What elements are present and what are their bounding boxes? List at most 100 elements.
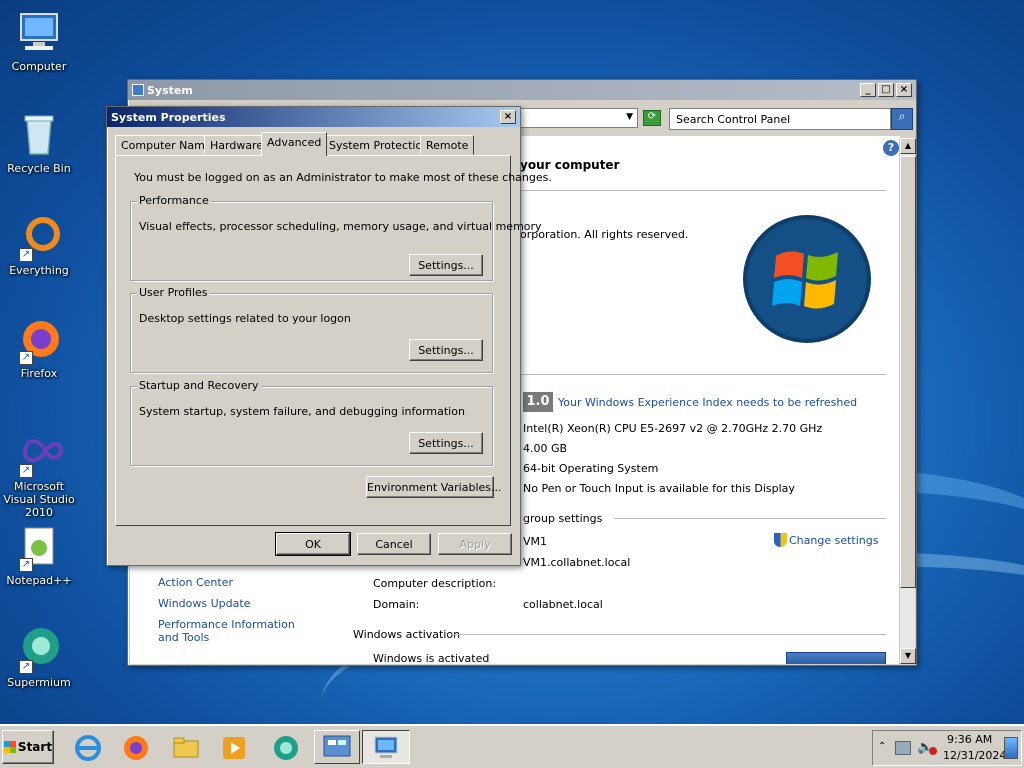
computer-description-label: Computer description: — [373, 577, 497, 590]
uac-shield-icon — [774, 533, 787, 547]
genuine-banner — [786, 652, 886, 664]
visual-studio-icon: ↗ — [15, 428, 64, 478]
supermium-icon: ↗ — [15, 624, 63, 674]
mute-indicator-icon — [929, 747, 937, 755]
desktop-icon-computer[interactable]: Computer — [0, 8, 78, 73]
start-button[interactable]: Start — [2, 730, 54, 764]
environment-variables-button[interactable]: Environment Variables... — [366, 476, 502, 498]
user-profiles-desc: Desktop settings related to your logon — [139, 312, 351, 325]
scroll-thumb[interactable] — [900, 156, 916, 588]
desktop-icon-everything[interactable]: ↗ Everything — [0, 212, 78, 277]
help-icon[interactable]: ? — [883, 140, 899, 156]
computer-icon — [15, 8, 63, 56]
startup-recovery-group: Startup and Recovery System startup, sys… — [130, 379, 493, 466]
performance-desc: Visual effects, processor scheduling, me… — [139, 220, 542, 233]
tab-advanced[interactable]: Advanced — [261, 132, 328, 156]
tab-computer-name[interactable]: Computer Name — [115, 135, 218, 155]
shortcut-arrow-icon: ↗ — [19, 660, 33, 674]
performance-settings-button[interactable]: Settings... — [409, 254, 483, 276]
dialog-close-button[interactable]: × — [500, 110, 516, 124]
windows-activation-heading: Windows activation — [353, 628, 461, 641]
divider — [614, 518, 886, 519]
scrollbar[interactable]: ▲ ▼ — [899, 138, 916, 664]
desktop-icon-visual-studio[interactable]: ↗ Microsoft Visual Studio 2010 — [0, 428, 78, 519]
user-profiles-settings-button[interactable]: Settings... — [409, 339, 483, 361]
desktop-icon-label: Supermium — [7, 676, 71, 689]
desktop-icon-supermium[interactable]: ↗ Supermium — [0, 624, 78, 689]
admin-note: You must be logged on as an Administrato… — [134, 171, 552, 184]
shortcut-arrow-icon: ↗ — [19, 351, 33, 365]
performance-title: Performance — [137, 194, 211, 207]
domain-value: collabnet.local — [523, 598, 603, 611]
taskbar: Start ⌃ 🔈 9:36 AM 12/31/2024 — [0, 724, 1024, 768]
desktop-icon-recycle-bin[interactable]: Recycle Bin — [0, 110, 78, 175]
dropdown-arrow-icon[interactable]: ▼ — [626, 112, 633, 122]
page-heading: your computer — [520, 158, 620, 172]
desktop-icon-label: Microsoft Visual Studio 2010 — [3, 480, 75, 519]
dialog-titlebar[interactable]: System Properties × — [107, 107, 520, 127]
cancel-button[interactable]: Cancel — [357, 533, 431, 555]
user-profiles-group: User Profiles Desktop settings related t… — [130, 286, 493, 373]
system-type-value: 64-bit Operating System — [523, 462, 659, 475]
tab-system-protection[interactable]: System Protection — [323, 135, 436, 155]
activation-status: Windows is activated — [373, 652, 490, 664]
clock-time[interactable]: 9:36 AM — [947, 733, 992, 746]
copyright-text: orporation. All rights reserved. — [520, 228, 689, 241]
desktop-icon-notepad-plus-plus[interactable]: ↗ Notepad++ — [0, 522, 78, 587]
change-settings-label: Change settings — [789, 533, 879, 547]
system-tray: ⌃ 🔈 9:36 AM 12/31/2024 — [872, 730, 1022, 766]
network-icon[interactable] — [895, 741, 911, 755]
full-computer-name-value: VM1.collabnet.local — [523, 556, 631, 569]
user-profiles-title: User Profiles — [137, 286, 210, 299]
search-icon[interactable]: ⌕ — [891, 108, 913, 130]
change-settings-link[interactable]: Change settings — [774, 533, 878, 547]
clock-date[interactable]: 12/31/2024 — [943, 749, 1006, 762]
address-bar[interactable]: ▼ — [508, 108, 638, 128]
show-desktop-button[interactable] — [1004, 737, 1018, 759]
startup-recovery-title: Startup and Recovery — [137, 379, 261, 392]
desktop-icon-label: Everything — [9, 264, 69, 277]
windows-flag-icon — [3, 741, 16, 753]
taskbar-firefox-icon[interactable] — [118, 732, 154, 764]
tab-panel-advanced: You must be logged on as an Administrato… — [115, 155, 552, 526]
system-properties-dialog[interactable]: System Properties × Computer Name Hardwa… — [106, 106, 552, 566]
taskbar-system-window-icon[interactable] — [362, 730, 410, 764]
maximize-button[interactable]: □ — [878, 83, 894, 97]
desktop-icon-label: Firefox — [20, 367, 58, 380]
domain-label: Domain: — [373, 598, 420, 611]
search-input[interactable]: Search Control Panel — [669, 108, 891, 130]
show-hidden-icons-chevron-icon[interactable]: ⌃ — [878, 741, 886, 752]
memory-value: 4.00 GB — [523, 442, 568, 455]
scroll-down-icon[interactable]: ▼ — [900, 648, 916, 664]
tab-hardware[interactable]: Hardware — [204, 135, 270, 155]
minimize-button[interactable]: _ — [860, 83, 876, 97]
system-window-titlebar[interactable]: System _ □ × — [128, 80, 916, 100]
system-window-icon — [132, 84, 144, 96]
taskbar-supermium-icon[interactable] — [268, 732, 304, 764]
taskbar-explorer-icon[interactable] — [168, 732, 204, 764]
startup-recovery-desc: System startup, system failure, and debu… — [139, 405, 465, 418]
shortcut-arrow-icon: ↗ — [19, 464, 33, 478]
pen-touch-value: No Pen or Touch Input is available for t… — [523, 482, 795, 495]
windows-logo — [740, 212, 874, 346]
desktop-icon-firefox[interactable]: ↗ Firefox — [0, 315, 78, 380]
taskbar-control-panel-icon[interactable] — [314, 730, 360, 764]
taskbar-ie-icon[interactable] — [70, 732, 106, 764]
desktop-icon-label: Computer — [11, 60, 67, 73]
tab-remote[interactable]: Remote — [420, 135, 475, 155]
startup-recovery-settings-button[interactable]: Settings... — [409, 432, 483, 454]
scroll-up-icon[interactable]: ▲ — [900, 138, 916, 154]
start-label: Start — [17, 740, 53, 754]
see-also-performance[interactable]: Performance Information and Tools — [158, 618, 318, 644]
experience-index-link[interactable]: Your Windows Experience Index needs to b… — [558, 396, 857, 409]
see-also-windows-update[interactable]: Windows Update — [158, 597, 250, 610]
search-placeholder: Search Control Panel — [676, 113, 791, 126]
apply-button[interactable]: Apply — [438, 533, 512, 555]
processor-value: Intel(R) Xeon(R) CPU E5-2697 v2 @ 2.70GH… — [523, 422, 823, 435]
taskbar-media-player-icon[interactable] — [216, 732, 252, 764]
ok-button[interactable]: OK — [275, 532, 351, 556]
refresh-icon[interactable]: ⟳ — [643, 110, 661, 126]
desktop-icon-label: Recycle Bin — [7, 162, 71, 175]
close-button[interactable]: × — [896, 83, 912, 97]
see-also-action-center[interactable]: Action Center — [158, 576, 233, 589]
